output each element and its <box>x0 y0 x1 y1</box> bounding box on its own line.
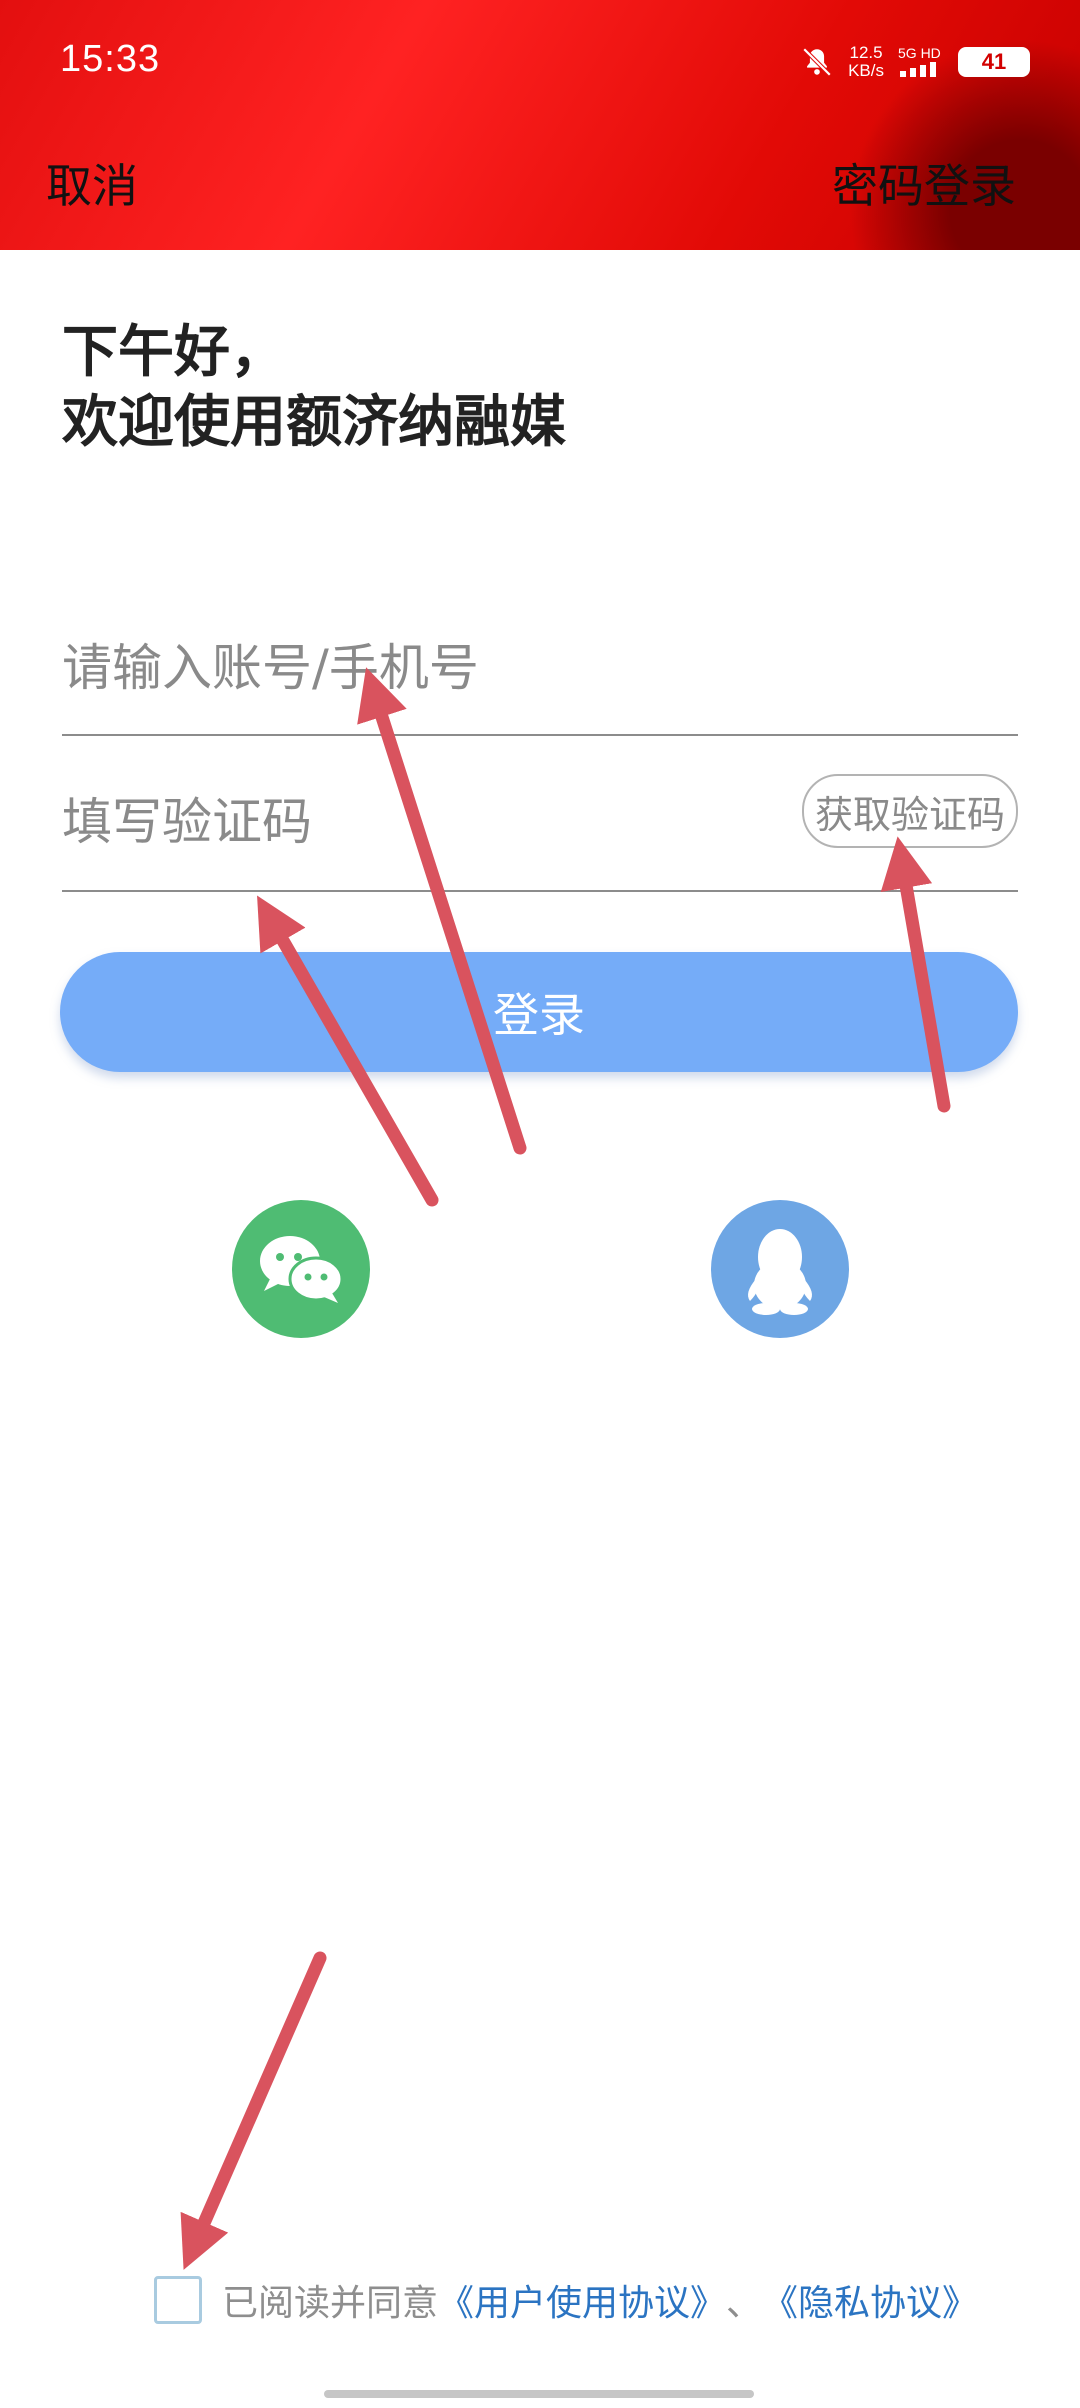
net-speed-unit: KB/s <box>848 61 884 80</box>
agreement-separator: 、 <box>726 2283 763 2324</box>
battery-indicator: 41 <box>958 47 1030 77</box>
user-agreement-link[interactable]: 《用户使用协议》 <box>438 2274 726 2326</box>
network-type: 5G HD <box>898 45 944 80</box>
account-input[interactable] <box>62 628 762 708</box>
net-speed: 12.5 KB/s <box>848 44 884 80</box>
login-button[interactable]: 登录 <box>60 952 1018 1072</box>
mute-bell-icon <box>802 47 832 77</box>
arrow-to-checkbox <box>180 1951 327 2270</box>
verification-code-input[interactable] <box>62 782 662 862</box>
privacy-agreement-link[interactable]: 《隐私协议》 <box>762 2274 978 2326</box>
greeting-title: 下午好， 欢迎使用额济纳融媒 <box>62 318 566 458</box>
greeting-line-2: 欢迎使用额济纳融媒 <box>62 390 566 455</box>
wechat-icon <box>260 1236 344 1303</box>
greeting-line-1: 下午好， <box>62 320 286 385</box>
password-login-button[interactable]: 密码登录 <box>832 150 1016 216</box>
account-field <box>62 610 1018 736</box>
signal-icon <box>900 61 936 77</box>
get-code-button[interactable]: 获取验证码 <box>802 774 1018 848</box>
qq-icon <box>748 1229 812 1315</box>
top-header: 15:33 12.5 KB/s 5G HD 41 取消 密码登录 <box>0 0 1080 250</box>
status-icons: 12.5 KB/s 5G HD 41 <box>800 40 1030 84</box>
agreement-prefix: 已阅读并同意 <box>222 2283 439 2324</box>
code-field: 获取验证码 <box>62 760 1018 892</box>
home-indicator[interactable] <box>324 2390 754 2398</box>
wechat-login-button[interactable] <box>232 1200 370 1338</box>
status-time: 15:33 <box>60 38 161 80</box>
agreement-checkbox[interactable] <box>154 2276 202 2324</box>
qq-login-button[interactable] <box>711 1200 849 1338</box>
cancel-button[interactable]: 取消 <box>46 150 138 216</box>
network-type-label: 5G HD <box>898 44 941 61</box>
agreement-row: 已阅读并同意 《用户使用协议》 、 《隐私协议》 <box>154 2270 978 2330</box>
net-speed-value: 12.5 <box>849 43 883 62</box>
